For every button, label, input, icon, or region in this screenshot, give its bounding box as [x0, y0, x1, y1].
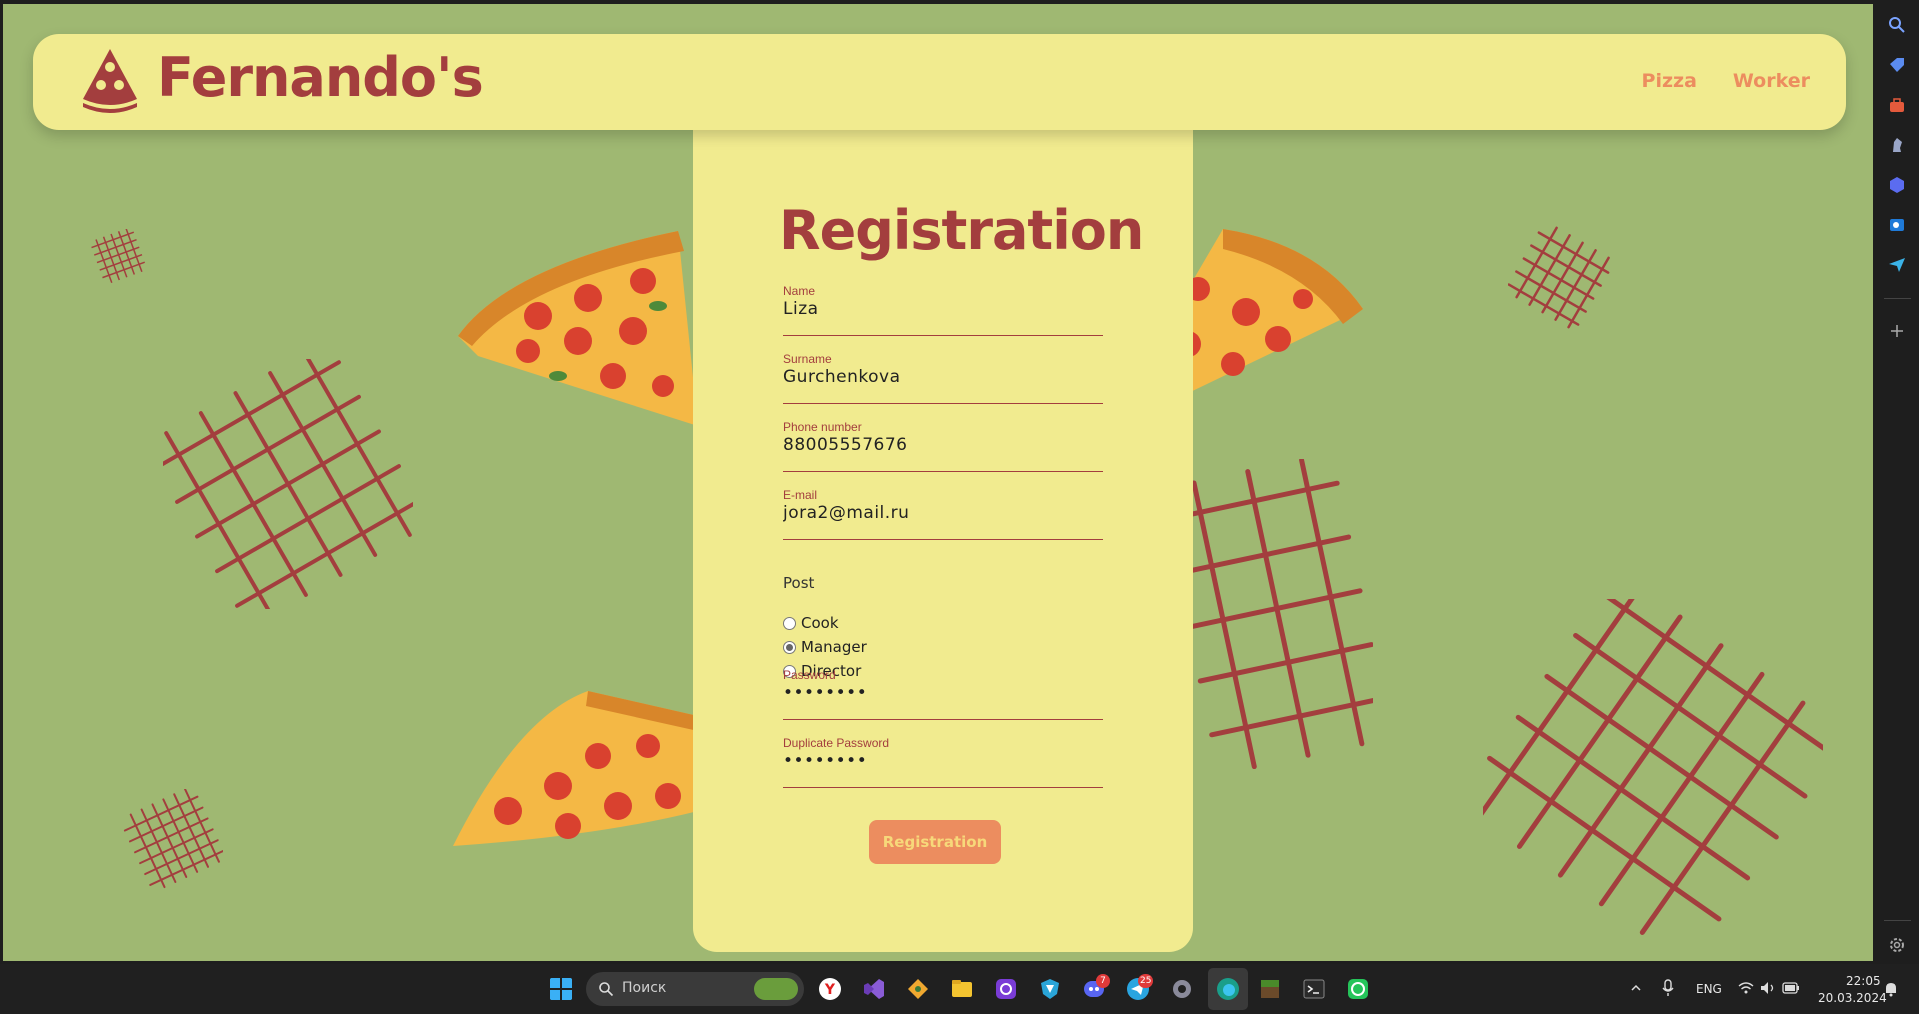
pizza-logo-icon: [83, 49, 137, 113]
nav-link-pizza[interactable]: Pizza: [1642, 70, 1697, 92]
radio-cook[interactable]: Cook: [783, 614, 839, 632]
radio-button-selected[interactable]: [783, 640, 796, 654]
duplicate-password-label: Duplicate Password: [783, 736, 890, 750]
settings-icon[interactable]: [1888, 936, 1906, 954]
proton-icon[interactable]: [994, 977, 1018, 1001]
whatsapp-icon[interactable]: [1346, 977, 1370, 1001]
email-label: E-mail: [783, 488, 818, 502]
site-header: Fernando's Pizza Worker: [33, 34, 1846, 130]
page-title: Registration: [779, 199, 1144, 262]
nav-link-worker[interactable]: Worker: [1733, 70, 1810, 92]
grid-decoration-small-bottom-left: [123, 789, 223, 889]
search-highlight-image: [754, 978, 798, 1000]
minecraft-icon[interactable]: [1258, 977, 1282, 1001]
edge-browser-icon[interactable]: [1216, 977, 1240, 1001]
microphone-icon[interactable]: [1662, 979, 1674, 997]
settings-gear-icon[interactable]: [1170, 977, 1194, 1001]
pizza-slice-image-top-left: [458, 231, 698, 426]
password-label: Password: [783, 668, 836, 682]
main-nav: Pizza Worker: [1642, 70, 1810, 92]
radio-label-cook: Cook: [801, 614, 839, 632]
grid-decoration-large-left: [163, 359, 413, 609]
grid-decoration-large-bottom-right: [1483, 599, 1823, 935]
file-explorer-icon[interactable]: [950, 977, 974, 1001]
svg-text:Y: Y: [824, 982, 836, 998]
search-icon: [599, 982, 614, 997]
tag-icon[interactable]: [1888, 56, 1906, 74]
plus-icon[interactable]: [1888, 322, 1906, 340]
clock-date[interactable]: 20.03.2024: [1818, 991, 1887, 1005]
chevron-up-icon[interactable]: [1630, 982, 1642, 994]
name-label: Name: [783, 284, 816, 298]
language-indicator[interactable]: ENG: [1696, 982, 1722, 996]
wifi-icon[interactable]: [1738, 981, 1754, 995]
terminal-icon[interactable]: [1302, 977, 1326, 1001]
browser-sidebar: [1876, 0, 1919, 964]
duplicate-password-input[interactable]: [783, 751, 1103, 771]
volume-icon[interactable]: [1760, 981, 1776, 995]
email-field: E-mail: [783, 488, 1103, 540]
copilot-icon[interactable]: [1888, 176, 1906, 194]
pizza-slice-image-bottom-left: [453, 691, 698, 846]
browser-viewport: Fernando's Pizza Worker Registration Nam…: [0, 0, 1876, 964]
surname-label: Surname: [783, 352, 832, 366]
radio-button[interactable]: [783, 616, 796, 630]
git-tool-icon[interactable]: [906, 977, 930, 1001]
post-label: Post: [783, 574, 815, 592]
registration-card: Registration Name Surname Phone number E…: [693, 114, 1193, 952]
radio-label-manager: Manager: [801, 638, 867, 656]
windows-start-icon[interactable]: [549, 977, 573, 1001]
password-input[interactable]: [783, 683, 1103, 703]
password-field: Password: [783, 668, 1103, 720]
clock-time[interactable]: 22:05: [1846, 974, 1881, 988]
duplicate-password-field: Duplicate Password: [783, 736, 1103, 788]
send-icon[interactable]: [1888, 256, 1906, 274]
outlook-icon[interactable]: [1888, 216, 1906, 234]
email-input[interactable]: [783, 503, 1103, 523]
yandex-browser-icon[interactable]: Y: [818, 977, 842, 1001]
brand-name[interactable]: Fernando's: [157, 46, 484, 109]
discord-badge: 7: [1096, 974, 1110, 988]
grid-decoration-middle-right: [1178, 459, 1373, 769]
search-placeholder: Поиск: [622, 980, 667, 996]
surname-input[interactable]: [783, 367, 1103, 387]
phone-input[interactable]: [783, 435, 1103, 455]
windows-taskbar: Поиск Y 7 25 ENG 22:05 20.03.2024: [0, 964, 1919, 1014]
name-field: Name: [783, 284, 1103, 336]
visual-studio-icon[interactable]: [862, 977, 886, 1001]
registration-button[interactable]: Registration: [869, 820, 1001, 864]
name-input[interactable]: [783, 299, 1103, 319]
chess-icon[interactable]: [1888, 136, 1906, 154]
toolbox-icon[interactable]: [1888, 96, 1906, 114]
phone-field: Phone number: [783, 420, 1103, 472]
search-icon[interactable]: [1888, 16, 1906, 34]
telegram-badge: 25: [1138, 974, 1154, 988]
phone-label: Phone number: [783, 420, 862, 434]
notification-bell-icon[interactable]: [1884, 981, 1898, 997]
surname-field: Surname: [783, 352, 1103, 404]
battery-icon[interactable]: [1782, 982, 1800, 994]
vpn-shield-icon[interactable]: [1038, 977, 1062, 1001]
radio-manager[interactable]: Manager: [783, 638, 867, 656]
taskbar-search[interactable]: Поиск: [586, 972, 804, 1006]
grid-decoration-small-top-right: [1508, 226, 1610, 329]
grid-decoration-small-top-left: [91, 229, 145, 283]
